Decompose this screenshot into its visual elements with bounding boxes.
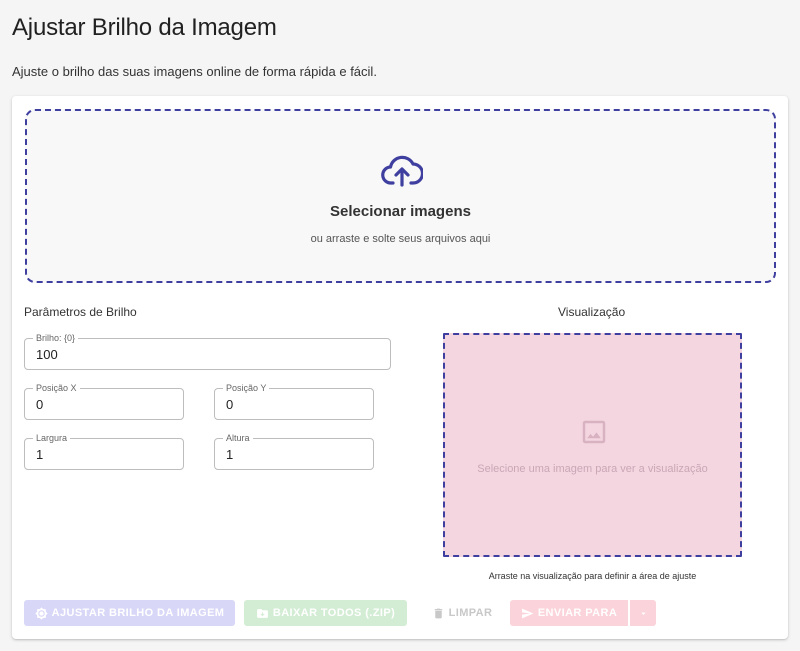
file-dropzone[interactable]: Selecionar imagens ou arraste e solte se… bbox=[25, 109, 776, 283]
preview-canvas[interactable]: Selecione uma imagem para ver a visualiz… bbox=[443, 333, 742, 557]
cloud-upload-icon bbox=[381, 155, 423, 187]
adjust-brightness-label: Ajustar Brilho da Imagem bbox=[51, 607, 225, 619]
params-title: Parâmetros de Brilho bbox=[24, 305, 137, 319]
trash-icon bbox=[434, 608, 442, 618]
clear-label: Limpar bbox=[448, 607, 493, 619]
width-input[interactable] bbox=[36, 447, 174, 462]
download-all-label: Baixar Todos (.ZIP) bbox=[272, 607, 396, 619]
adjust-brightness-button[interactable]: Ajustar Brilho da Imagem bbox=[24, 600, 235, 626]
brightness-input[interactable] bbox=[36, 347, 381, 362]
main-card: Selecionar imagens ou arraste e solte se… bbox=[12, 96, 788, 639]
height-label: Altura bbox=[223, 432, 253, 444]
clear-button[interactable]: Limpar bbox=[417, 600, 507, 626]
send-to-label: Enviar Para bbox=[537, 607, 618, 619]
position-x-input[interactable] bbox=[36, 397, 174, 412]
send-icon bbox=[521, 608, 534, 618]
dropzone-title: Selecionar imagens bbox=[330, 203, 471, 220]
brightness-icon bbox=[34, 606, 48, 620]
preview-note: Arraste na visualização para definir a á… bbox=[488, 571, 697, 581]
download-all-button[interactable]: Baixar Todos (.ZIP) bbox=[244, 600, 407, 626]
folder-download-icon bbox=[256, 608, 268, 618]
height-input[interactable] bbox=[226, 447, 364, 462]
brightness-label: Brilho: {0} bbox=[33, 332, 79, 344]
position-y-label: Posição Y bbox=[223, 382, 270, 394]
page-subtitle: Ajuste o brilho das suas imagens online … bbox=[12, 64, 377, 79]
image-icon bbox=[582, 420, 606, 444]
send-to-dropdown-button[interactable] bbox=[629, 600, 656, 626]
chevron-down-icon bbox=[640, 612, 646, 615]
send-to-button[interactable]: Enviar Para bbox=[510, 600, 628, 626]
position-x-field[interactable]: Posição X bbox=[24, 382, 184, 420]
preview-placeholder: Selecione uma imagem para ver a visualiz… bbox=[477, 463, 708, 475]
position-y-input[interactable] bbox=[226, 397, 364, 412]
page-title: Ajustar Brilho da Imagem bbox=[12, 14, 277, 41]
width-label: Largura bbox=[33, 432, 71, 444]
preview-title: Visualização bbox=[558, 305, 626, 319]
height-field[interactable]: Altura bbox=[214, 432, 374, 470]
position-y-field[interactable]: Posição Y bbox=[214, 382, 374, 420]
width-field[interactable]: Largura bbox=[24, 432, 184, 470]
dropzone-hint: ou arraste e solte seus arquivos aqui bbox=[310, 233, 491, 245]
brightness-field[interactable]: Brilho: {0} bbox=[24, 332, 391, 370]
position-x-label: Posição X bbox=[33, 382, 80, 394]
